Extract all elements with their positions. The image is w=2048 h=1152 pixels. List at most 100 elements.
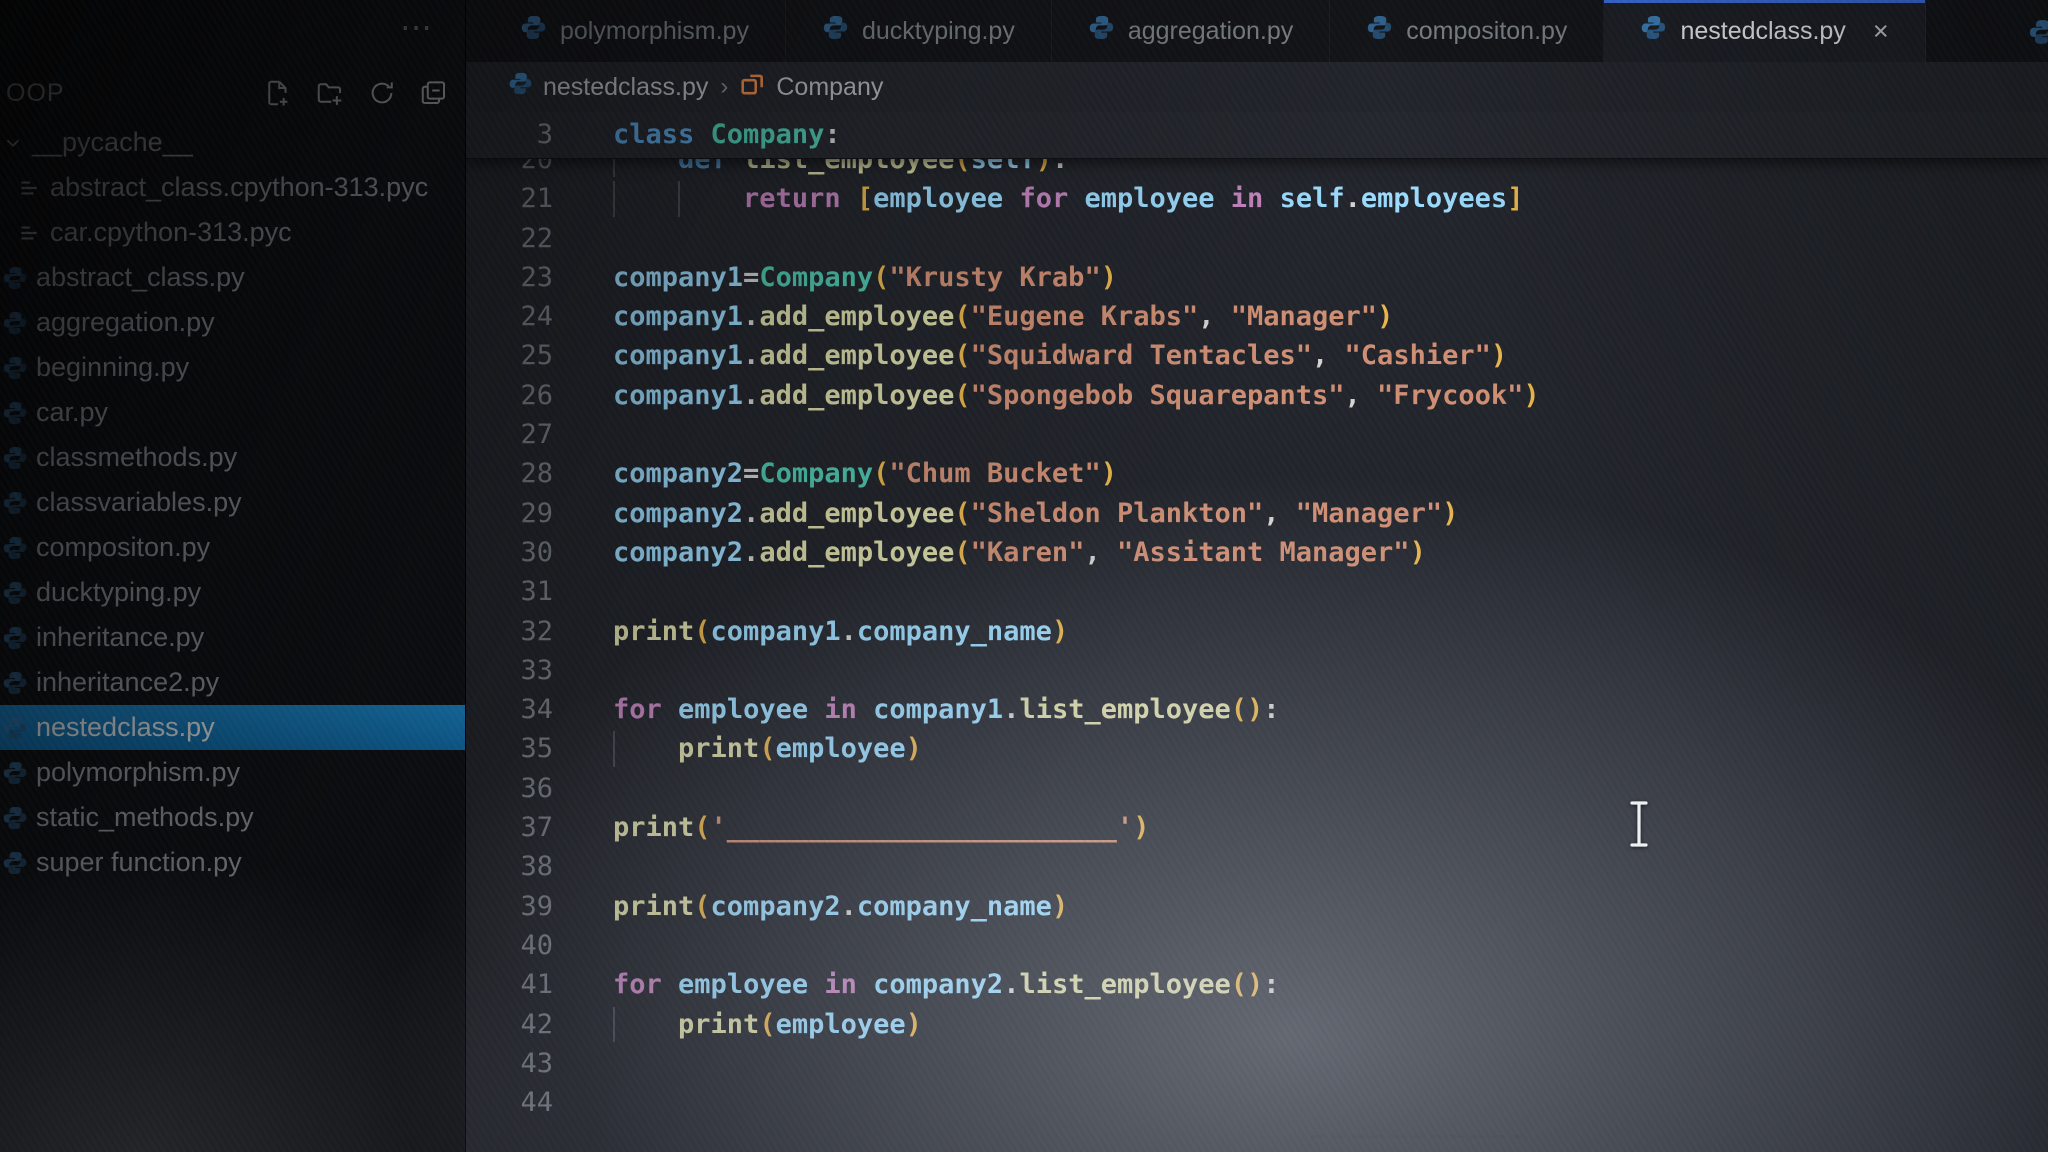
tab-aggregation.py[interactable]: aggregation.py [1052, 0, 1330, 62]
line-number[interactable]: 43 [466, 1044, 553, 1083]
more-actions-icon[interactable]: ⋯ [400, 8, 437, 46]
line-number[interactable]: 21 [466, 179, 553, 218]
new-file-icon[interactable] [261, 76, 295, 110]
code-line[interactable]: 37 print('________________________') [466, 808, 2048, 847]
line-text: print(company1.company_name) [613, 616, 1068, 647]
line-text: company2.add_employee("Sheldon Plankton"… [613, 498, 1458, 529]
line-number[interactable]: 42 [466, 1005, 553, 1044]
file-item-nestedclass.py[interactable]: nestedclass.py [0, 705, 465, 750]
line-number[interactable]: 31 [466, 572, 553, 611]
file-item-car.cpython-313.pyc[interactable]: car.cpython-313.pyc [0, 210, 465, 255]
line-number[interactable]: 33 [466, 651, 553, 690]
file-item-ducktyping.py[interactable]: ducktyping.py [0, 570, 465, 615]
line-number[interactable]: 29 [466, 494, 553, 533]
code-line[interactable]: 31 [466, 572, 2048, 611]
sticky-scroll-line[interactable]: 3class Company: [466, 112, 2048, 159]
line-number[interactable]: 25 [466, 336, 553, 375]
explorer-section-header[interactable]: OOP [0, 74, 451, 112]
code-line[interactable]: 44 [466, 1083, 2048, 1122]
tab-label: compositon.py [1406, 17, 1567, 46]
tab-nestedclass.py[interactable]: nestedclass.py× [1604, 0, 1925, 62]
code-line[interactable]: 27 [466, 415, 2048, 454]
file-item-aggregation.py[interactable]: aggregation.py [0, 300, 465, 345]
code-line[interactable]: 21 return [employee for employee in self… [466, 179, 2048, 218]
file-item-abstract_class.cpython-313.pyc[interactable]: abstract_class.cpython-313.pyc [0, 165, 465, 210]
code-line[interactable]: 3class Company: [466, 112, 2048, 158]
code-line[interactable]: 35 print(employee) [466, 729, 2048, 768]
file-item-beginning.py[interactable]: beginning.py [0, 345, 465, 390]
code-line[interactable]: 41for employee in company2.list_employee… [466, 965, 2048, 1004]
code-line[interactable]: 43 [466, 1044, 2048, 1083]
file-label: inheritance.py [36, 622, 204, 653]
tab-label: aggregation.py [1128, 17, 1293, 46]
breadcrumb-file[interactable]: nestedclass.py [543, 73, 708, 102]
code-line[interactable]: 28 company2=Company("Chum Bucket") [466, 454, 2048, 493]
line-text: company2=Company("Chum Bucket") [613, 458, 1117, 489]
code-line[interactable]: 34for employee in company1.list_employee… [466, 690, 2048, 729]
file-label: compositon.py [36, 532, 210, 563]
tab-ducktyping.py[interactable]: ducktyping.py [786, 0, 1052, 62]
line-number[interactable]: 38 [466, 847, 553, 886]
chevron-down-icon [2, 132, 24, 154]
code-line[interactable]: 32 print(company1.company_name) [466, 612, 2048, 651]
code-line[interactable]: 26company1.add_employee("Spongebob Squar… [466, 376, 2048, 415]
new-folder-icon[interactable] [313, 76, 347, 110]
file-label: abstract_class.py [36, 262, 245, 293]
file-item-abstract_class.py[interactable]: abstract_class.py [0, 255, 465, 300]
file-label: __pycache__ [32, 127, 193, 158]
line-number[interactable]: 39 [466, 887, 553, 926]
line-number[interactable]: 37 [466, 808, 553, 847]
file-label: static_methods.py [36, 802, 254, 833]
file-item-__pycache__[interactable]: __pycache__ [0, 120, 465, 165]
line-number[interactable]: 44 [466, 1083, 553, 1122]
refresh-icon[interactable] [365, 76, 399, 110]
code-line[interactable]: 25company1.add_employee("Squidward Tenta… [466, 336, 2048, 375]
file-item-super function.py[interactable]: super function.py [0, 840, 465, 885]
close-icon[interactable]: × [1873, 16, 1889, 47]
python-icon [1366, 14, 1393, 48]
line-number[interactable]: 22 [466, 219, 553, 258]
line-number[interactable]: 24 [466, 297, 553, 336]
code-line[interactable]: 42 print(employee) [466, 1005, 2048, 1044]
line-text: print('________________________') [613, 812, 1149, 843]
file-item-inheritance2.py[interactable]: inheritance2.py [0, 660, 465, 705]
code-line[interactable]: 33 [466, 651, 2048, 690]
code-line[interactable]: 39print(company2.company_name) [466, 887, 2048, 926]
line-number[interactable]: 41 [466, 965, 553, 1004]
pyc-file-icon [16, 220, 42, 246]
line-number[interactable]: 32 [466, 612, 553, 651]
line-number[interactable]: 27 [466, 415, 553, 454]
line-number[interactable]: 34 [466, 690, 553, 729]
code-lines: 20 def list_employee(self):21 return [em… [466, 140, 2048, 1122]
tab-compositon.py[interactable]: compositon.py [1330, 0, 1604, 62]
tab-polymorphism.py[interactable]: polymorphism.py [484, 0, 786, 62]
line-number[interactable]: 35 [466, 729, 553, 768]
line-number[interactable]: 30 [466, 533, 553, 572]
line-number[interactable]: 3 [466, 112, 553, 158]
line-number[interactable]: 36 [466, 769, 553, 808]
breadcrumb: nestedclass.py › Company [466, 62, 2048, 112]
file-item-classvariables.py[interactable]: classvariables.py [0, 480, 465, 525]
code-line[interactable]: 22 [466, 219, 2048, 258]
line-number[interactable]: 23 [466, 258, 553, 297]
collapse-all-icon[interactable] [417, 76, 451, 110]
file-item-inheritance.py[interactable]: inheritance.py [0, 615, 465, 660]
code-line[interactable]: 38 [466, 847, 2048, 886]
file-item-car.py[interactable]: car.py [0, 390, 465, 435]
code-line[interactable]: 29 company2.add_employee("Sheldon Plankto… [466, 494, 2048, 533]
line-number[interactable]: 28 [466, 454, 553, 493]
line-number[interactable]: 26 [466, 376, 553, 415]
breadcrumb-symbol[interactable]: Company [776, 73, 883, 102]
code-line[interactable]: 24company1.add_employee("Eugene Krabs", … [466, 297, 2048, 336]
code-line[interactable]: 30company2.add_employee("Karen", "Assita… [466, 533, 2048, 572]
file-label: nestedclass.py [36, 712, 215, 743]
file-item-classmethods.py[interactable]: classmethods.py [0, 435, 465, 480]
file-item-static_methods.py[interactable]: static_methods.py [0, 795, 465, 840]
code-line[interactable]: 40 [466, 926, 2048, 965]
code-line[interactable]: 36 [466, 769, 2048, 808]
file-item-polymorphism.py[interactable]: polymorphism.py [0, 750, 465, 795]
file-item-compositon.py[interactable]: compositon.py [0, 525, 465, 570]
line-number[interactable]: 40 [466, 926, 553, 965]
code-line[interactable]: 23company1=Company("Krusty Krab") [466, 258, 2048, 297]
code-area[interactable]: 20 def list_employee(self):21 return [em… [466, 112, 2048, 1152]
